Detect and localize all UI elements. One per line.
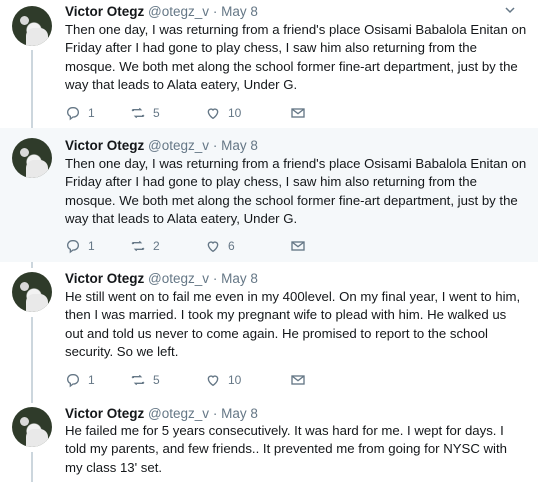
tweet-text: He still went on to fail me even in my 4…	[65, 289, 521, 359]
retweet-button[interactable]: 5	[130, 105, 205, 121]
separator-dot: ·	[212, 4, 218, 19]
retweet-count: 2	[153, 239, 160, 253]
like-count: 10	[228, 106, 242, 120]
retweet-button[interactable]: 2	[130, 238, 205, 254]
chevron-down-icon[interactable]	[504, 4, 516, 19]
avatar[interactable]	[12, 272, 52, 312]
avatar[interactable]	[12, 407, 52, 447]
tweet-date[interactable]: May 8	[221, 271, 258, 286]
direct-message-button[interactable]	[290, 238, 370, 254]
tweet-date[interactable]: May 8	[221, 138, 258, 153]
author-name[interactable]: Victor Otegz	[65, 406, 144, 421]
like-button[interactable]: 10	[205, 372, 290, 388]
tweet-text: Then one day, I was returning from a fri…	[65, 156, 527, 226]
avatar[interactable]	[12, 6, 52, 46]
author-handle[interactable]: @otegz_v	[148, 271, 209, 286]
separator-dot: ·	[212, 271, 218, 286]
heart-icon	[207, 108, 219, 120]
tweet-date[interactable]: May 8	[221, 406, 258, 421]
tweet[interactable]: Victor Otegz @otegz_v · May 8 Then one d…	[0, 128, 538, 262]
reply-count: 1	[88, 106, 95, 120]
envelope-icon	[291, 108, 305, 118]
avatar[interactable]	[12, 138, 52, 178]
reply-count: 1	[88, 239, 95, 253]
like-count: 10	[228, 373, 242, 387]
separator-dot: ·	[212, 138, 218, 153]
author-handle[interactable]: @otegz_v	[148, 406, 209, 421]
tweet-header: Victor Otegz @otegz_v · May 8	[65, 271, 258, 287]
heart-icon	[207, 375, 219, 387]
author-handle[interactable]: @otegz_v	[148, 4, 209, 19]
reply-icon	[66, 240, 79, 254]
tweet-header: Victor Otegz @otegz_v · May 8	[65, 406, 258, 422]
tweet[interactable]: Victor Otegz @otegz_v · May 8 He failed …	[0, 398, 538, 482]
author-handle[interactable]: @otegz_v	[148, 138, 209, 153]
reply-count: 1	[88, 373, 95, 387]
tweet-text: He failed me for 5 years consecutively. …	[65, 423, 507, 475]
tweet-header: Victor Otegz @otegz_v · May 8	[65, 4, 258, 20]
retweet-count: 5	[153, 106, 160, 120]
tweet-text: Then one day, I was returning from a fri…	[65, 22, 527, 92]
envelope-icon	[291, 241, 305, 251]
separator-dot: ·	[212, 406, 218, 421]
tweet-header: Victor Otegz @otegz_v · May 8	[65, 138, 258, 154]
retweet-count: 5	[153, 373, 160, 387]
like-button[interactable]: 6	[205, 238, 290, 254]
reply-button[interactable]: 1	[65, 238, 130, 254]
direct-message-button[interactable]	[290, 372, 370, 388]
reply-icon	[66, 374, 79, 388]
reply-icon	[66, 107, 79, 121]
tweet-actions: 1 2 6	[65, 237, 370, 255]
like-button[interactable]: 10	[205, 105, 290, 121]
author-name[interactable]: Victor Otegz	[65, 138, 144, 153]
tweet[interactable]: Victor Otegz @otegz_v · May 8 Then one d…	[0, 0, 538, 128]
heart-icon	[207, 241, 219, 253]
tweet-date[interactable]: May 8	[221, 4, 258, 19]
retweet-icon	[131, 374, 145, 386]
reply-button[interactable]: 1	[65, 105, 130, 121]
author-name[interactable]: Victor Otegz	[65, 271, 144, 286]
retweet-icon	[131, 107, 145, 119]
tweet-actions: 1 5 10	[65, 371, 370, 389]
tweet-actions: 1 5 10	[65, 104, 370, 122]
retweet-icon	[131, 240, 145, 252]
retweet-button[interactable]: 5	[130, 372, 205, 388]
tweet[interactable]: Victor Otegz @otegz_v · May 8 He still w…	[0, 262, 538, 398]
author-name[interactable]: Victor Otegz	[65, 4, 144, 19]
reply-button[interactable]: 1	[65, 372, 130, 388]
like-count: 6	[228, 239, 235, 253]
envelope-icon	[291, 375, 305, 385]
direct-message-button[interactable]	[290, 105, 370, 121]
